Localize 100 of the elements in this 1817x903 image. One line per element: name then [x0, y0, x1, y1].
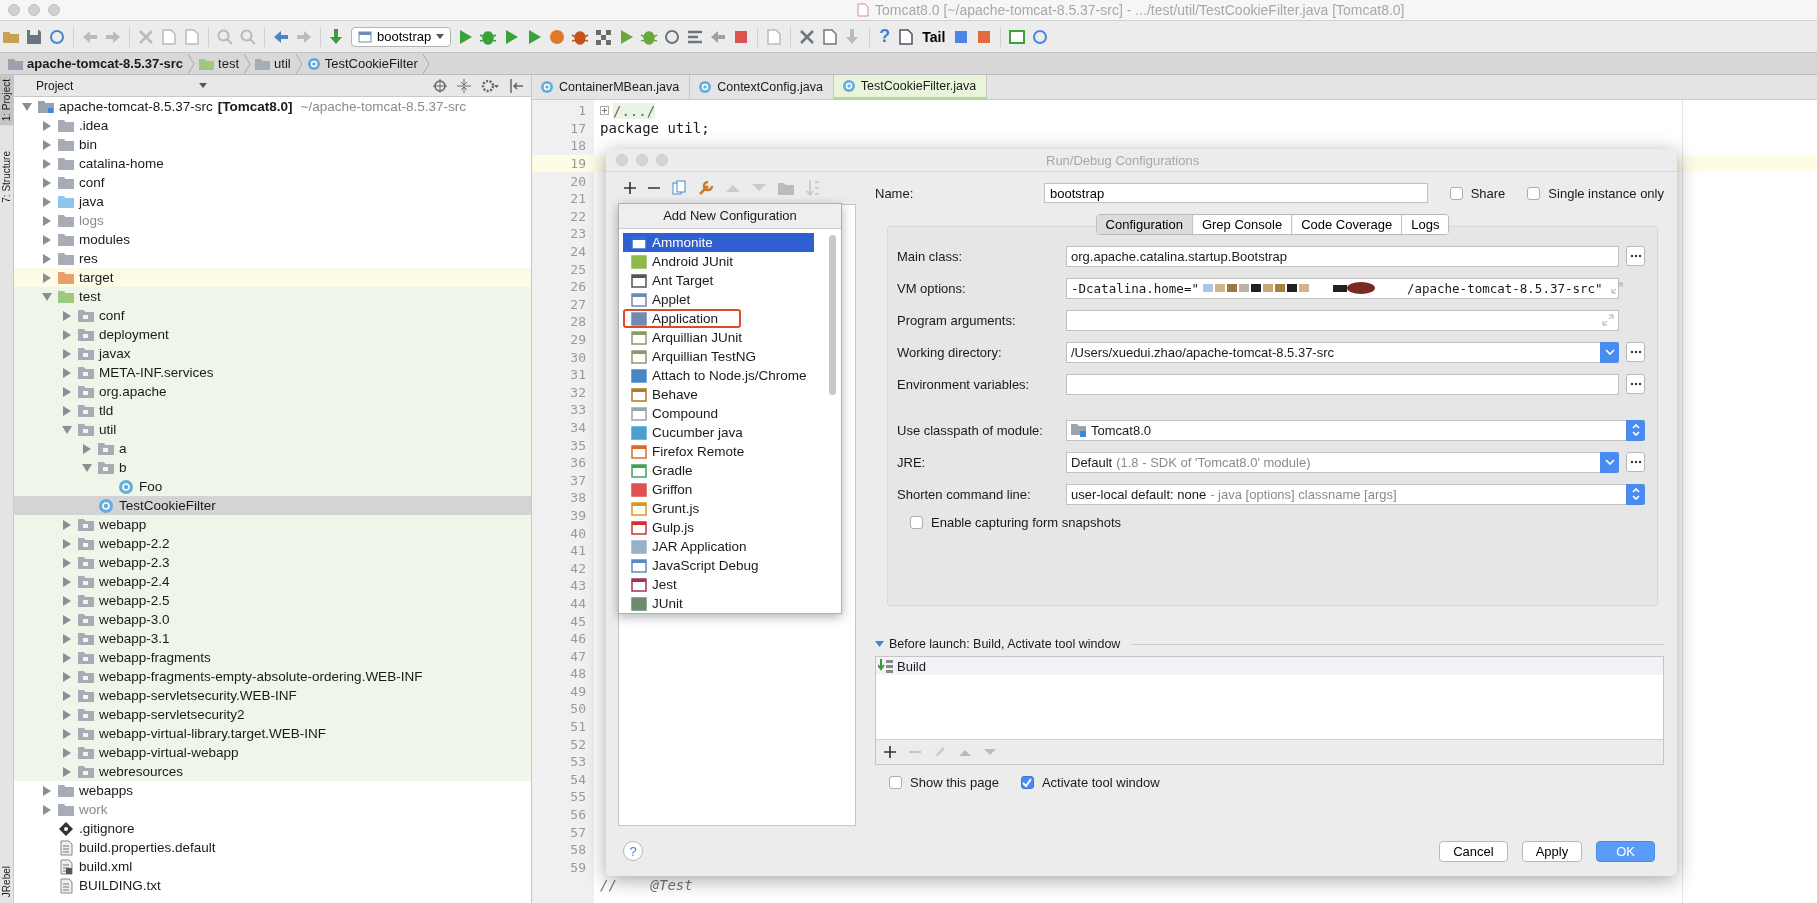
dialog-button[interactable]: Cancel — [1439, 840, 1508, 862]
record-icon[interactable] — [548, 27, 567, 46]
fold-icon[interactable] — [600, 106, 609, 116]
copy-icon[interactable] — [672, 180, 686, 196]
tree-item[interactable]: webapp-3.0 — [14, 610, 531, 629]
tree-item[interactable]: conf — [14, 306, 531, 325]
wrench-icon[interactable] — [698, 180, 714, 196]
tree-item[interactable]: webapp-2.5 — [14, 591, 531, 610]
add-icon[interactable] — [624, 182, 636, 194]
menu-item[interactable]: JAR Application — [623, 537, 814, 556]
checkbox[interactable]: Share — [1449, 185, 1506, 201]
checkbox[interactable]: Single instance only — [1527, 185, 1664, 201]
editor-tab[interactable]: TestCookieFilter.java — [833, 75, 988, 99]
collapsed-arrow-icon[interactable] — [42, 196, 52, 207]
collapsed-arrow-icon[interactable] — [42, 120, 52, 131]
dropdown-field[interactable]: user-local default: none - java [options] classname [args] — [1066, 483, 1645, 505]
folder-icon[interactable] — [778, 181, 794, 195]
collapsed-arrow-icon[interactable] — [42, 234, 52, 245]
collapsed-arrow-icon[interactable] — [62, 348, 72, 359]
collapsed-arrow-icon[interactable] — [42, 804, 52, 815]
copy-icon[interactable] — [160, 27, 178, 46]
add-icon[interactable] — [884, 746, 896, 758]
tree-item[interactable]: modules — [14, 230, 531, 249]
collapsed-arrow-icon[interactable] — [62, 405, 72, 416]
tree-item[interactable]: META-INF.services — [14, 363, 531, 382]
tree-item[interactable]: logs — [14, 211, 531, 230]
tree-item[interactable]: javax — [14, 344, 531, 363]
name-field[interactable]: bootstrap — [1044, 183, 1428, 203]
tree-item[interactable]: build.xml — [14, 857, 531, 876]
menu-item[interactable]: Gradle — [623, 461, 814, 480]
input-field[interactable]: org.apache.catalina.startup.Bootstrap — [1066, 245, 1619, 267]
collapsed-arrow-icon[interactable] — [62, 766, 72, 777]
crosshair-icon[interactable] — [433, 78, 447, 93]
tree-item[interactable]: java — [14, 192, 531, 211]
collapse-icon[interactable] — [457, 78, 471, 93]
menu-item[interactable]: Arquillian JUnit — [623, 328, 814, 347]
tree-item[interactable]: webapps — [14, 781, 531, 800]
collapsed-arrow-icon[interactable] — [82, 443, 92, 454]
menu-item[interactable]: Cucumber java — [623, 423, 814, 442]
dropdown-field[interactable]: Default (1.8 - SDK of 'Tomcat8.0' module) — [1066, 451, 1619, 473]
collapsed-arrow-icon[interactable] — [42, 158, 52, 169]
expand-icon[interactable] — [1610, 282, 1623, 294]
move-up-icon[interactable] — [959, 748, 971, 756]
browse-button[interactable] — [1626, 342, 1645, 362]
expanded-arrow-icon[interactable] — [875, 640, 884, 648]
collapsed-arrow-icon[interactable] — [42, 785, 52, 796]
move-down-icon[interactable] — [984, 748, 996, 756]
tree-item[interactable]: webresources — [14, 762, 531, 781]
breadcrumb-item[interactable]: test — [195, 56, 244, 71]
collapsed-arrow-icon[interactable] — [42, 215, 52, 226]
tree-item[interactable]: webapp-fragments — [14, 648, 531, 667]
checkbox[interactable]: Show this page — [889, 775, 999, 790]
tree-item[interactable]: deployment — [14, 325, 531, 344]
menu-item[interactable]: Compound — [623, 404, 814, 423]
editor-tab[interactable]: ContainerMBean.java — [532, 75, 691, 99]
menu-item[interactable]: Application — [623, 309, 741, 328]
expanded-arrow-icon[interactable] — [42, 291, 52, 302]
tree-item[interactable]: BUILDING.txt — [14, 876, 531, 895]
collapsed-arrow-icon[interactable] — [62, 747, 72, 758]
tool-window-tab[interactable]: JRebel — [0, 861, 13, 901]
save-icon[interactable] — [25, 27, 43, 46]
hide-icon[interactable] — [509, 78, 523, 93]
tree-item[interactable]: test — [14, 287, 531, 306]
tree-item[interactable]: Foo — [14, 477, 531, 496]
collapsed-arrow-icon[interactable] — [62, 671, 72, 682]
tree-item[interactable]: work — [14, 800, 531, 819]
menu-item[interactable]: Applet — [623, 290, 814, 309]
expanded-arrow-icon[interactable] — [22, 101, 32, 112]
tree-item[interactable]: TestCookieFilter — [14, 496, 531, 515]
monitor-icon[interactable] — [1008, 27, 1027, 46]
expanded-arrow-icon[interactable] — [82, 462, 92, 473]
tree-item[interactable]: webapp-servletsecurity2 — [14, 705, 531, 724]
collapsed-arrow-icon[interactable] — [62, 595, 72, 606]
breadcrumb-item[interactable]: apache-tomcat-8.5.37-src — [4, 56, 188, 71]
tree-item[interactable]: webapp — [14, 515, 531, 534]
input-field[interactable] — [1066, 309, 1619, 331]
breadcrumb-item[interactable]: util — [251, 56, 295, 71]
cut-icon[interactable] — [137, 27, 155, 46]
sync-icon[interactable] — [48, 27, 66, 46]
collapsed-arrow-icon[interactable] — [62, 329, 72, 340]
collapsed-arrow-icon[interactable] — [62, 709, 72, 720]
menu-item[interactable]: Arquillian TestNG — [623, 347, 814, 366]
collapsed-arrow-icon[interactable] — [62, 614, 72, 625]
editor-tab[interactable]: ContextConfig.java — [690, 75, 834, 99]
tree-item[interactable]: webapp-2.4 — [14, 572, 531, 591]
scrollbar-thumb[interactable] — [829, 235, 836, 395]
menu-item[interactable]: Android JUnit — [623, 252, 814, 271]
collapsed-arrow-icon[interactable] — [62, 652, 72, 663]
tree-item[interactable]: .gitignore — [14, 819, 531, 838]
collapsed-arrow-icon[interactable] — [62, 728, 72, 739]
tree-item[interactable]: b — [14, 458, 531, 477]
expand-icon[interactable] — [1602, 314, 1614, 326]
tree-item[interactable]: target — [14, 268, 531, 287]
collapsed-arrow-icon[interactable] — [42, 139, 52, 150]
menu-item[interactable]: Attach to Node.js/Chrome — [623, 366, 814, 385]
tree-item[interactable]: conf — [14, 173, 531, 192]
browse-button[interactable] — [1626, 452, 1645, 472]
tree-item[interactable]: apache-tomcat-8.5.37-src [Tomcat8.0] ~/apache-tomcat-8.5.37-src — [14, 97, 531, 116]
panel-title[interactable]: Project — [36, 78, 74, 93]
tree-item[interactable]: bin — [14, 135, 531, 154]
